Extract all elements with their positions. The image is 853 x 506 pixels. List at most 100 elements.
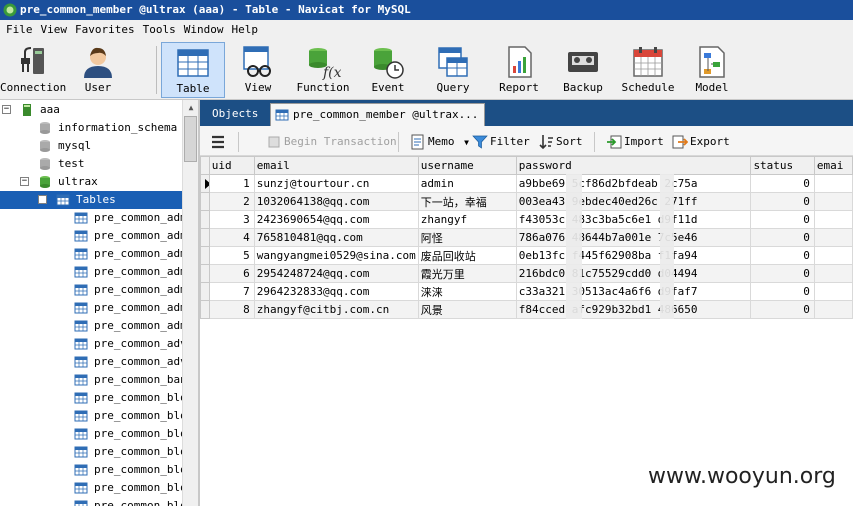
cell-status[interactable]: 0: [750, 174, 815, 193]
user-button[interactable]: User: [70, 42, 126, 98]
cell-uid[interactable]: 2: [208, 192, 255, 211]
tree-db-ultrax[interactable]: − ultrax: [0, 173, 182, 191]
row-indicator[interactable]: [200, 300, 210, 319]
model-button[interactable]: Model: [688, 42, 736, 98]
cell-uid[interactable]: 8: [208, 300, 255, 319]
row-indicator[interactable]: [200, 264, 210, 283]
cell-username[interactable]: 风景: [417, 300, 517, 319]
filter-button[interactable]: Filter: [472, 133, 530, 151]
tree-scrollbar[interactable]: ▲: [182, 100, 198, 506]
tree-table-item[interactable]: pre_common_adm: [0, 317, 182, 335]
cell-password[interactable]: f43053c 483c3ba5c6e1 d9f11d: [515, 210, 752, 229]
column-header-email-more[interactable]: emai: [813, 156, 853, 175]
menu-help[interactable]: Help: [227, 20, 262, 40]
cell-email[interactable]: 1032064138@qq.com: [253, 192, 419, 211]
data-grid[interactable]: uid email username password status emai …: [200, 156, 853, 506]
cell-password[interactable]: 003ea43 9ebdec40ed26c 271ff: [515, 192, 752, 211]
tree-table-item[interactable]: pre_common_blo: [0, 443, 182, 461]
event-button[interactable]: Event: [362, 42, 414, 98]
collapse-icon[interactable]: −: [2, 105, 11, 114]
table-row[interactable]: 8 zhangyf@citbj.com.cn 风景 f84cced afc929b32…: [200, 300, 853, 319]
column-header-email[interactable]: email: [253, 156, 419, 175]
tree-table-item[interactable]: pre_common_blo: [0, 425, 182, 443]
cell-password[interactable]: 786a076 48644b7a001e 7c5e46: [515, 228, 752, 247]
cell-username[interactable]: zhangyf: [417, 210, 517, 229]
row-indicator[interactable]: [200, 228, 210, 247]
cell-password[interactable]: c33a321 30513ac4a6f6 d9faf7: [515, 282, 752, 301]
cell-status[interactable]: 0: [750, 246, 815, 265]
tree-table-item[interactable]: pre_common_adm: [0, 245, 182, 263]
cell-uid[interactable]: 7: [208, 282, 255, 301]
cell-uid[interactable]: 3: [208, 210, 255, 229]
export-button[interactable]: Export: [672, 133, 730, 151]
cell-email-more[interactable]: [813, 174, 853, 193]
object-tree[interactable]: − aaa information_schema mysql test − ul…: [0, 100, 182, 506]
cell-email-more[interactable]: [813, 210, 853, 229]
tree-table-item[interactable]: pre_common_blo: [0, 389, 182, 407]
cell-email-more[interactable]: [813, 264, 853, 283]
scroll-up-icon[interactable]: ▲: [183, 100, 199, 116]
tree-connection-aaa[interactable]: − aaa: [0, 101, 182, 119]
column-header-password[interactable]: password: [515, 156, 752, 175]
report-button[interactable]: Report: [494, 42, 544, 98]
tree-table-item[interactable]: pre_common_adm: [0, 209, 182, 227]
begin-transaction-button[interactable]: Begin Transaction: [266, 133, 397, 151]
cell-uid[interactable]: 5: [208, 246, 255, 265]
tree-tables-folder[interactable]: − Tables: [0, 191, 182, 209]
collapse-icon[interactable]: −: [38, 195, 47, 204]
connection-button[interactable]: Connection: [0, 42, 66, 98]
table-row[interactable]: 1 sunzj@tourtour.cn admin a9bbe69 5cf86d2bf…: [200, 174, 853, 193]
table-row[interactable]: 6 2954248724@qq.com 霞光万里 216bdc0 81c75529cd…: [200, 264, 853, 283]
menu-file[interactable]: File: [2, 20, 37, 40]
tree-table-item[interactable]: pre_common_blo: [0, 461, 182, 479]
cell-email[interactable]: sunzj@tourtour.cn: [253, 174, 419, 193]
menu-view[interactable]: View: [37, 20, 72, 40]
cell-email[interactable]: zhangyf@citbj.com.cn: [253, 300, 419, 319]
cell-email-more[interactable]: [813, 282, 853, 301]
tree-table-item[interactable]: pre_common_adm: [0, 281, 182, 299]
tree-table-item[interactable]: pre_common_adv: [0, 335, 182, 353]
table-row[interactable]: 4 765810481@qq.com 阿怪 786a076 48644b7a001e …: [200, 228, 853, 247]
cell-uid[interactable]: 6: [208, 264, 255, 283]
cell-email[interactable]: 765810481@qq.com: [253, 228, 419, 247]
cell-status[interactable]: 0: [750, 282, 815, 301]
cell-uid[interactable]: 4: [208, 228, 255, 247]
cell-status[interactable]: 0: [750, 300, 815, 319]
table-button[interactable]: Table: [161, 42, 225, 98]
cell-email-more[interactable]: [813, 192, 853, 211]
cell-email-more[interactable]: [813, 300, 853, 319]
cell-username[interactable]: 下一站，幸福: [417, 192, 517, 211]
cell-password[interactable]: f84cced afc929b32bd1 486650: [515, 300, 752, 319]
collapse-icon[interactable]: −: [20, 177, 29, 186]
cell-email[interactable]: 2954248724@qq.com: [253, 264, 419, 283]
cell-email-more[interactable]: [813, 246, 853, 265]
column-header-status[interactable]: status: [750, 156, 815, 175]
table-row[interactable]: 7 2964232833@qq.com 涞涞 c33a321 30513ac4a6f6…: [200, 282, 853, 301]
cell-email-more[interactable]: [813, 228, 853, 247]
cell-username[interactable]: 阿怪: [417, 228, 517, 247]
tree-table-item[interactable]: pre_common_blo: [0, 479, 182, 497]
tree-table-item[interactable]: pre_common_adm: [0, 263, 182, 281]
cell-username[interactable]: 涞涞: [417, 282, 517, 301]
tree-db-test[interactable]: test: [0, 155, 182, 173]
cell-email[interactable]: 2964232833@qq.com: [253, 282, 419, 301]
cell-password[interactable]: 0eb13fc f445f62908ba f1fa94: [515, 246, 752, 265]
row-indicator[interactable]: [200, 192, 210, 211]
cell-status[interactable]: 0: [750, 192, 815, 211]
tree-table-item[interactable]: pre_common_adm: [0, 227, 182, 245]
menu-window[interactable]: Window: [180, 20, 228, 40]
row-indicator[interactable]: [200, 210, 210, 229]
tree-table-item[interactable]: pre_common_adv: [0, 353, 182, 371]
tree-table-item[interactable]: pre_common_ban: [0, 371, 182, 389]
tab-objects[interactable]: Objects: [206, 103, 264, 126]
cell-status[interactable]: 0: [750, 264, 815, 283]
cell-email[interactable]: 2423690654@qq.com: [253, 210, 419, 229]
menu-tools[interactable]: Tools: [139, 20, 180, 40]
scroll-thumb[interactable]: [184, 116, 197, 162]
cell-username[interactable]: 霞光万里: [417, 264, 517, 283]
query-button[interactable]: Query: [428, 42, 478, 98]
tree-db-information-schema[interactable]: information_schema: [0, 119, 182, 137]
column-header-uid[interactable]: uid: [208, 156, 255, 175]
table-row[interactable]: 5 wangyangmei0529@sina.com 废品回收站 0eb13fc f4…: [200, 246, 853, 265]
cell-status[interactable]: 0: [750, 228, 815, 247]
